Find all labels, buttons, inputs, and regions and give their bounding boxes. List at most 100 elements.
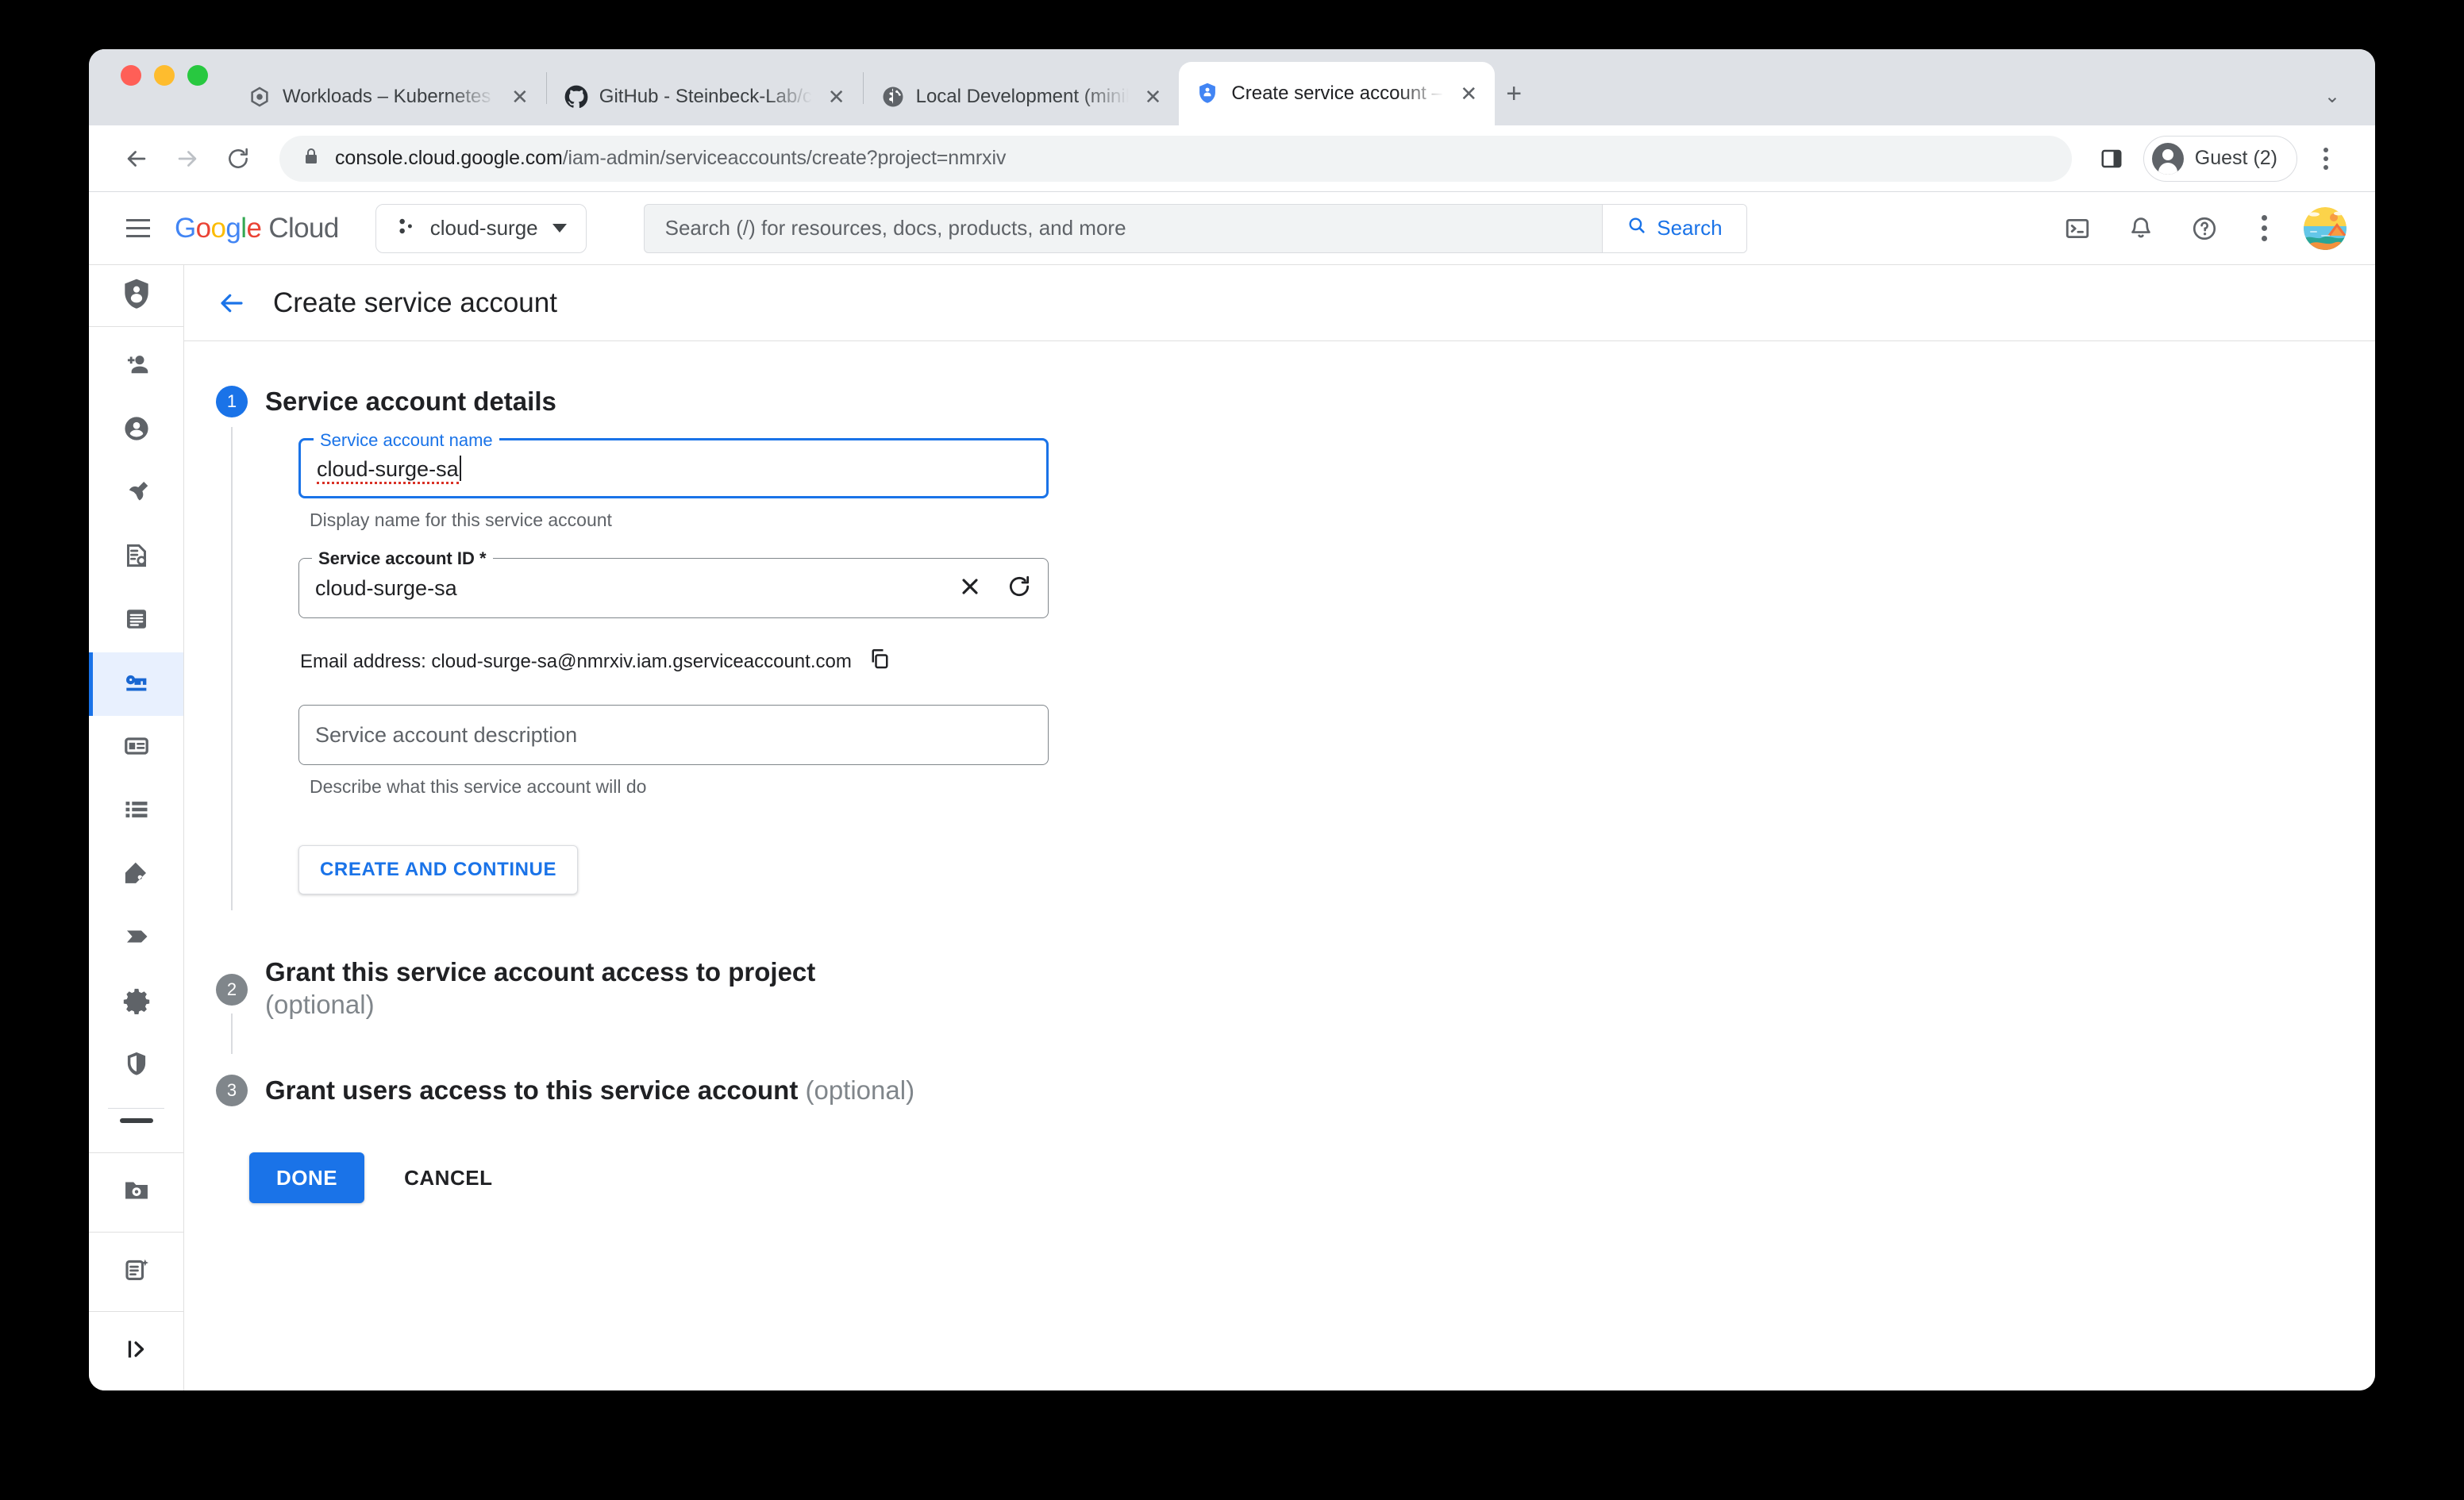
shield-security-icon (122, 1049, 151, 1082)
sidebar-item-workload-identity[interactable] (89, 716, 183, 779)
gke-icon (248, 85, 271, 109)
step-1-gutter: 1 (216, 386, 265, 911)
browser-window: Workloads – Kubernetes Engine ✕ GitHub -… (89, 49, 2375, 1390)
service-account-description-input[interactable]: Service account description (315, 723, 577, 748)
label-tag-icon (122, 859, 151, 891)
create-service-account-stepper: 1 Service account details Service accoun… (184, 341, 2375, 1203)
close-icon[interactable]: ✕ (823, 83, 850, 110)
badge-id-card-icon (122, 732, 151, 764)
url-path: /iam-admin/serviceaccounts/create?projec… (562, 147, 1007, 169)
list-icon (122, 795, 151, 828)
side-panel-icon[interactable] (2091, 138, 2132, 179)
close-icon[interactable]: ✕ (1140, 83, 1167, 110)
project-name: cloud-surge (429, 216, 538, 240)
cancel-button[interactable]: CANCEL (383, 1152, 513, 1203)
service-account-details-form: Service account name cloud-surge-sa Disp… (265, 417, 2375, 895)
sidebar-item-policy-analyzer[interactable] (89, 589, 183, 652)
service-account-id-label: Service account ID * (312, 548, 493, 570)
sidebar-resize-handle[interactable] (119, 1118, 153, 1123)
page-title: Create service account (273, 287, 557, 318)
article-icon (122, 605, 151, 637)
reload-button[interactable] (216, 137, 260, 181)
sidebar-item-release-notes[interactable] (89, 1232, 183, 1311)
url-text: console.cloud.google.com/iam-admin/servi… (335, 147, 1006, 170)
browser-tab-create-service-account[interactable]: Create service account – IAM & ✕ (1179, 62, 1496, 125)
iam-shield-icon (1196, 82, 1220, 106)
sidebar-product-icon (89, 265, 183, 327)
refresh-icon[interactable] (1007, 574, 1032, 603)
google-cloud-logo[interactable]: Google Cloud (175, 213, 339, 244)
done-button[interactable]: DONE (249, 1152, 365, 1203)
cloud-shell-icon[interactable] (2058, 209, 2097, 248)
clear-x-icon[interactable] (957, 574, 983, 603)
cloud-wordmark: Cloud (268, 212, 339, 244)
close-window-button[interactable] (121, 65, 141, 86)
step-2: 2 Grant this service account access to p… (216, 956, 2375, 1054)
search-input[interactable]: Search (/) for resources, docs, products… (645, 205, 1603, 252)
step-3: 3 Grant users access to this service acc… (216, 1074, 2375, 1108)
help-icon[interactable] (2185, 209, 2224, 248)
sidebar-expand-button[interactable] (89, 1311, 183, 1390)
step-2-connector (231, 1013, 233, 1054)
notifications-bell-icon[interactable] (2121, 209, 2161, 248)
close-icon[interactable]: ✕ (1455, 80, 1482, 107)
browser-menu-button[interactable] (2305, 137, 2347, 181)
forward-button[interactable] (165, 137, 210, 181)
console-search[interactable]: Search (/) for resources, docs, products… (643, 203, 1747, 253)
sidebar-item-labels[interactable] (89, 779, 183, 843)
back-button[interactable] (114, 137, 159, 181)
sidebar-item-privileged-access[interactable] (89, 906, 183, 970)
sidebar-item-security-health[interactable] (89, 1033, 183, 1097)
step-2-gutter: 2 (216, 956, 265, 1054)
sidebar-item-permissions[interactable] (89, 335, 183, 398)
sidebar-item-service-accounts[interactable] (89, 652, 183, 716)
sidebar-item-policy-troubleshooter[interactable] (89, 525, 183, 589)
tab-title: Workloads – Kubernetes Engine (283, 86, 495, 107)
project-icon (395, 216, 416, 240)
step-3-body[interactable]: Grant users access to this service accou… (265, 1075, 2375, 1108)
sidebar-item-project-settings[interactable] (89, 1152, 183, 1232)
service-account-name-label: Service account name (314, 430, 499, 452)
sidebar-item-settings[interactable] (89, 970, 183, 1033)
step-2-body[interactable]: Grant this service account access to pro… (265, 956, 2375, 1022)
lock-icon (302, 147, 321, 170)
project-selector[interactable]: cloud-surge (375, 203, 587, 253)
service-account-name-input[interactable]: cloud-surge-sa (317, 455, 461, 484)
service-account-id-field[interactable]: Service account ID * cloud-surge-sa (298, 548, 1049, 619)
sidebar-item-principals[interactable] (89, 398, 183, 462)
release-notes-icon (122, 1256, 151, 1288)
chevron-down-icon[interactable]: ⌄ (2324, 85, 2340, 108)
sidebar-item-tags[interactable] (89, 843, 183, 906)
main-content: Create service account 1 Service account… (184, 265, 2375, 1390)
browser-tab-github[interactable]: GitHub - Steinbeck-Lab/cloud ✕ (547, 68, 863, 125)
browser-tab-local-development[interactable]: Local Development (minikube) ✕ (864, 68, 1180, 125)
search-button[interactable]: Search (1602, 204, 1746, 252)
window-traffic-lights (121, 49, 208, 125)
service-account-description-field[interactable]: Service account description (298, 705, 1049, 766)
back-arrow-icon[interactable] (218, 289, 246, 317)
banner-chevron-icon (122, 922, 151, 955)
create-and-continue-button[interactable]: CREATE AND CONTINUE (298, 845, 579, 895)
minimize-window-button[interactable] (154, 65, 175, 86)
copy-icon[interactable] (868, 647, 891, 676)
address-bar[interactable]: console.cloud.google.com/iam-admin/servi… (279, 135, 2072, 182)
service-account-id-input[interactable]: cloud-surge-sa (315, 576, 457, 601)
header-more-menu-icon[interactable] (2248, 215, 2280, 241)
close-icon[interactable]: ✕ (506, 83, 533, 110)
expand-panel-icon (122, 1335, 151, 1367)
browser-tab-workloads[interactable]: Workloads – Kubernetes Engine ✕ (230, 68, 546, 125)
profile-label: Guest (2) (2194, 147, 2277, 169)
maximize-window-button[interactable] (187, 65, 208, 86)
profile-button[interactable]: Guest (2) (2143, 135, 2297, 182)
new-tab-button[interactable]: + (1495, 65, 1533, 122)
navigation-menu-icon[interactable] (113, 203, 164, 254)
service-account-name-field[interactable]: Service account name cloud-surge-sa (298, 430, 1049, 499)
step-1-number: 1 (216, 386, 248, 417)
search-button-label: Search (1657, 216, 1723, 240)
globe-icon (881, 85, 905, 109)
github-icon (564, 85, 588, 109)
user-avatar[interactable] (2304, 206, 2347, 250)
browser-tab-strip: Workloads – Kubernetes Engine ✕ GitHub -… (89, 49, 2375, 125)
service-account-name-hint: Display name for this service account (310, 510, 612, 531)
sidebar-item-troubleshoot[interactable] (89, 462, 183, 525)
